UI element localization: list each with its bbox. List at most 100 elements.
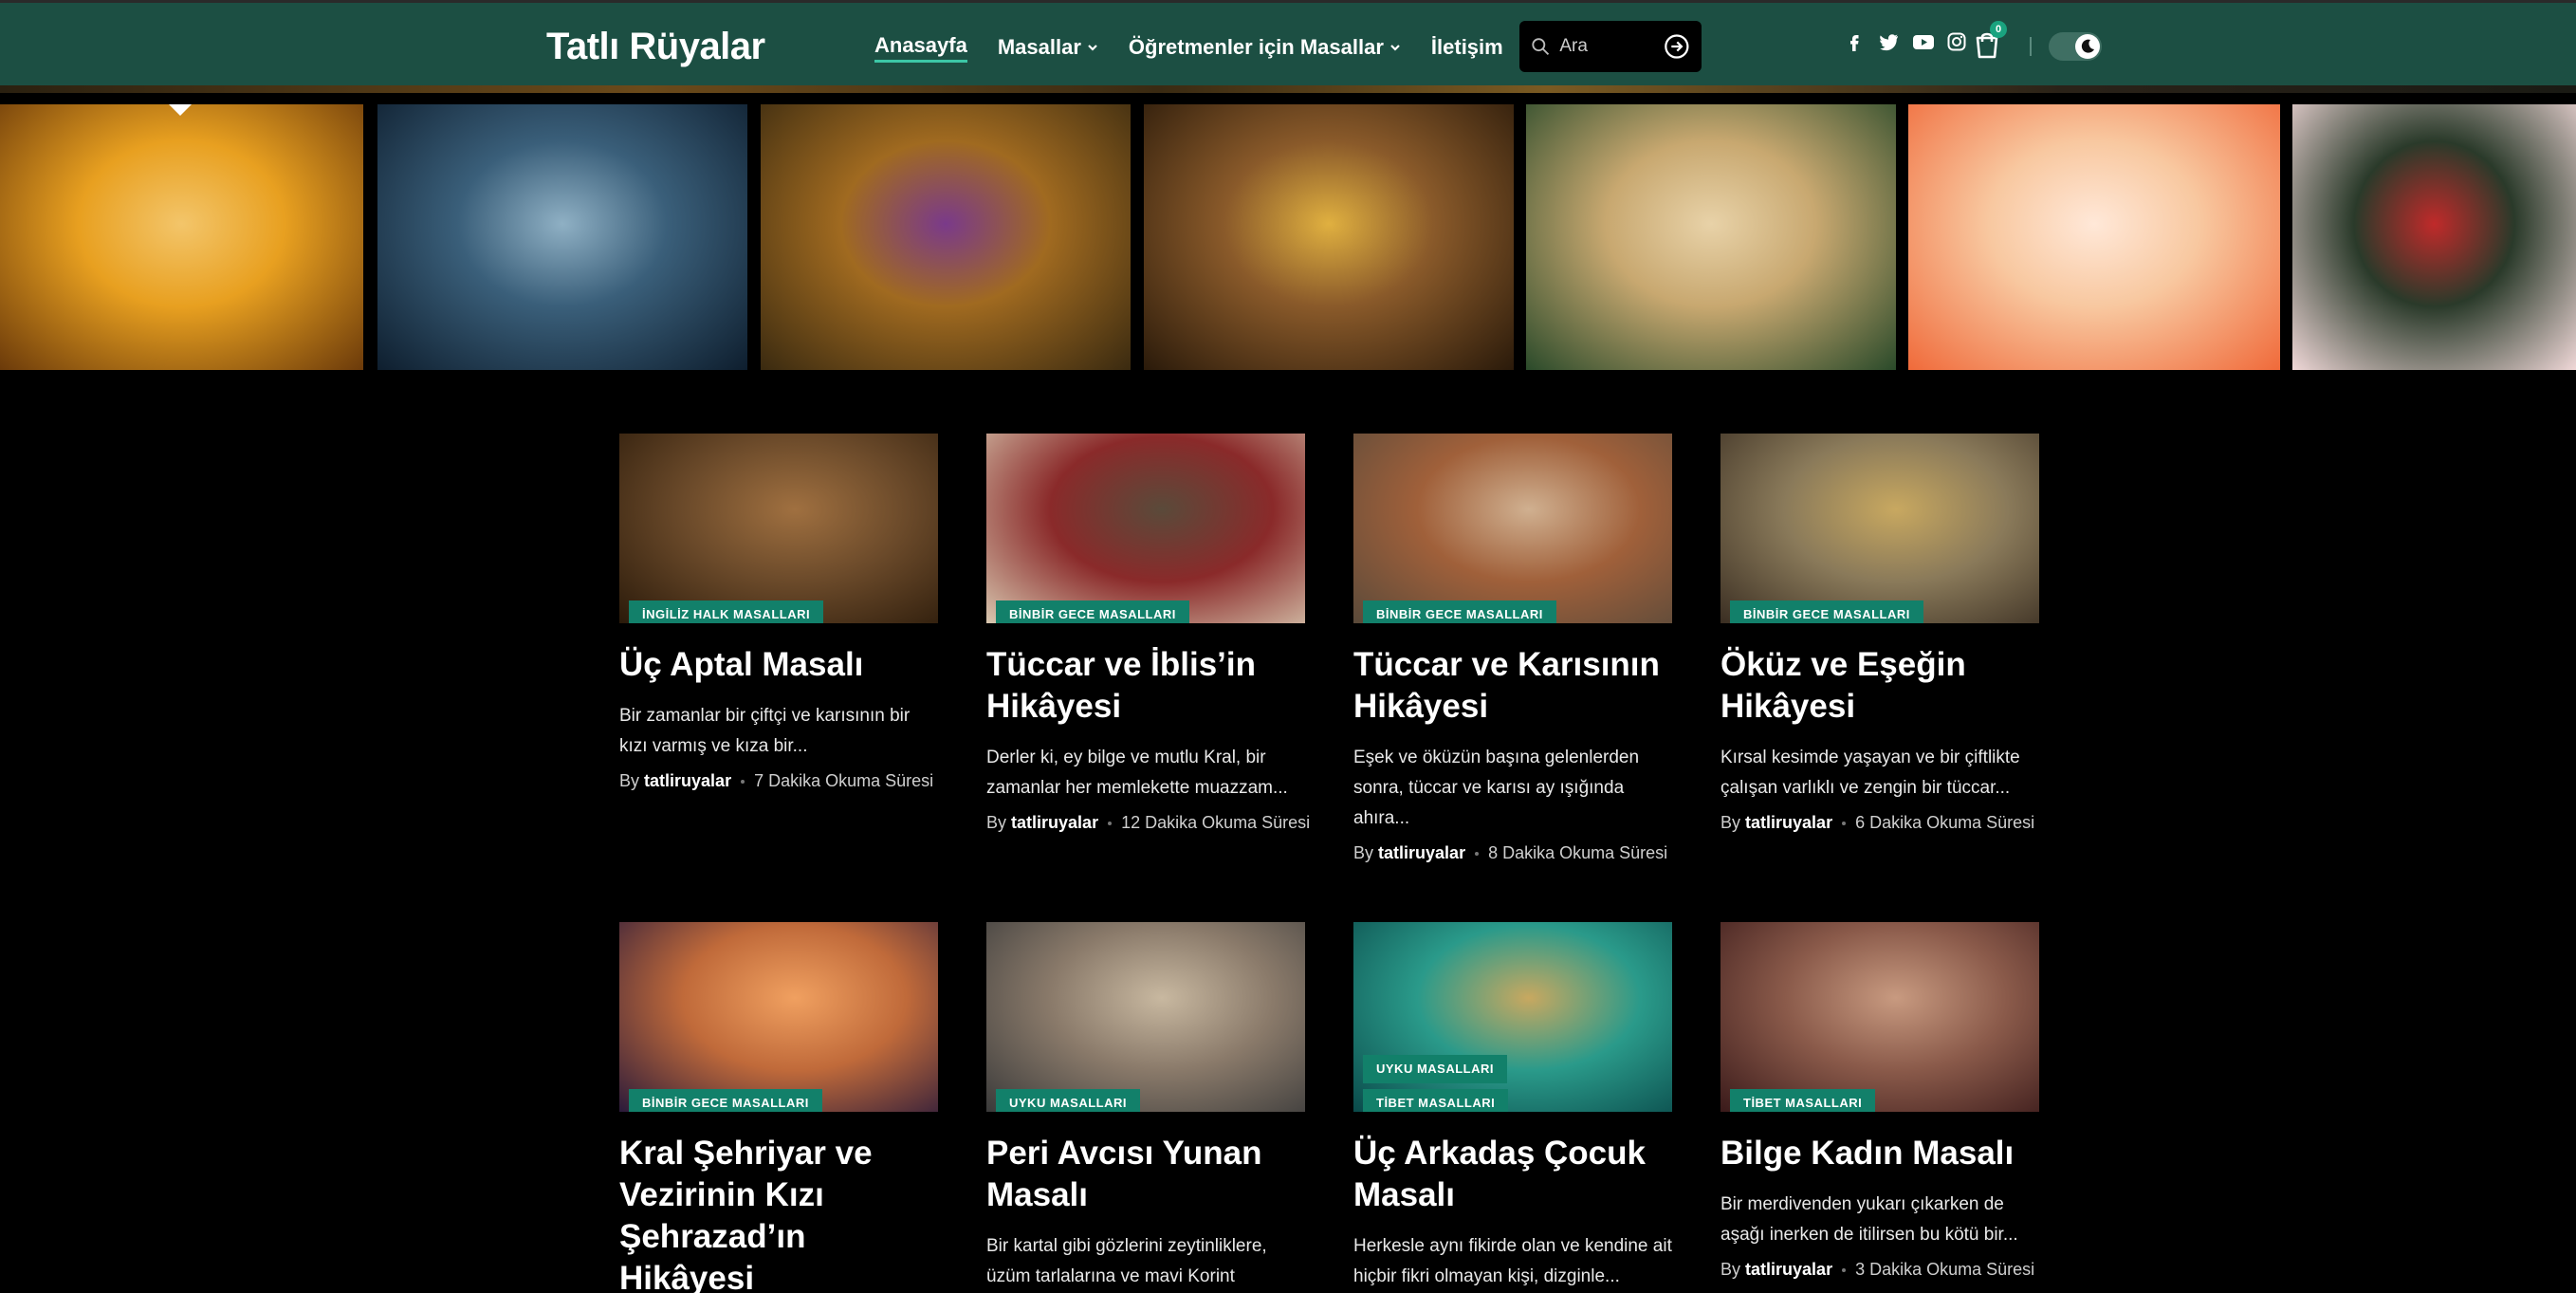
post-excerpt: Bir zamanlar bir çiftçi ve karısının bir… (619, 706, 911, 756)
category-tag[interactable]: BİNBİR GECE MASALLARI (1730, 600, 1923, 623)
post-card[interactable]: UYKU MASALLARI Peri Avcısı Yunan Masalı … (986, 922, 1305, 1292)
carousel-slide[interactable] (761, 104, 1131, 370)
post-card[interactable]: İNGİLİZ HALK MASALLARI Üç Aptal Masalı B… (619, 434, 938, 791)
by-label: By (986, 813, 1007, 832)
post-image (1720, 434, 2039, 623)
chevron-down-icon (1390, 45, 1400, 51)
header-divider (2030, 37, 2032, 56)
carousel-slide[interactable] (1526, 104, 1896, 370)
nav-item-label: Anasayfa (874, 32, 967, 57)
post-author[interactable]: tatliruyalar (644, 771, 731, 790)
meta-separator (1842, 1268, 1847, 1273)
category-tag[interactable]: UYKU MASALLARI (996, 1089, 1140, 1112)
post-image (1353, 434, 1672, 623)
search-box (1519, 21, 1702, 72)
category-tag[interactable]: UYKU MASALLARI (1363, 1055, 1507, 1083)
post-author[interactable]: tatliruyalar (1745, 813, 1832, 832)
post-thumbnail[interactable]: İNGİLİZ HALK MASALLARI (619, 434, 938, 623)
carousel-slide[interactable] (2292, 104, 2576, 370)
instagram-icon[interactable] (1946, 31, 1967, 52)
meta-separator (741, 780, 745, 785)
carousel-slide[interactable] (1908, 104, 2280, 370)
post-author[interactable]: tatliruyalar (1378, 843, 1465, 862)
post-image (619, 434, 938, 623)
post-title[interactable]: Öküz ve Eşeğin Hikâyesi (1720, 644, 2039, 728)
category-tag[interactable]: İNGİLİZ HALK MASALLARI (629, 600, 824, 623)
site-logo[interactable]: Tatlı Rüyalar (546, 26, 765, 68)
nav-item-tales[interactable]: Masallar (998, 35, 1098, 60)
post-thumbnail[interactable]: UYKU MASALLARI (986, 922, 1305, 1112)
post-meta: By tatliruyalar 12 Dakika Okuma Süresi (986, 813, 1310, 833)
post-excerpt: Bir merdivenden yukarı çıkarken de aşağı… (1720, 1194, 2018, 1245)
post-author[interactable]: tatliruyalar (1011, 813, 1098, 832)
header-banner-strip (0, 85, 2576, 93)
post-title[interactable]: Bilge Kadın Masalı (1720, 1133, 2039, 1174)
post-meta: By tatliruyalar 6 Dakika Okuma Süresi (1720, 813, 2039, 833)
category-tag[interactable]: BİNBİR GECE MASALLARI (996, 600, 1189, 623)
post-card[interactable]: TİBET MASALLARI Bilge Kadın Masalı Bir m… (1720, 922, 2039, 1280)
carousel-slide[interactable] (0, 104, 363, 370)
nav-item-teachers[interactable]: Öğretmenler için Masallar (1129, 35, 1401, 60)
post-thumbnail[interactable]: BİNBİR GECE MASALLARI (1720, 434, 2039, 623)
post-excerpt: Eşek ve öküzün başına gelenlerden sonra,… (1353, 748, 1640, 828)
chevron-down-icon (1088, 45, 1097, 51)
post-excerpt: Bir kartal gibi gözlerini zeytinliklere,… (986, 1236, 1267, 1286)
post-card[interactable]: BİNBİR GECE MASALLARI Kral Şehriyar ve V… (619, 922, 938, 1293)
post-thumbnail[interactable]: TİBET MASALLARI (1720, 922, 2039, 1112)
post-card[interactable]: BİNBİR GECE MASALLARI Tüccar ve Karısını… (1353, 434, 1672, 863)
post-excerpt: Herkesle aynı fikirde olan ve kendine ai… (1353, 1236, 1672, 1286)
post-thumbnail[interactable]: BİNBİR GECE MASALLARI (619, 922, 938, 1112)
main-nav: Anasayfa Masallar Öğretmenler için Masal… (874, 33, 1503, 63)
twitter-icon[interactable] (1878, 31, 1899, 52)
carousel-slide[interactable] (377, 104, 747, 370)
youtube-icon[interactable] (1912, 31, 1934, 52)
meta-separator (1842, 822, 1847, 826)
category-tag[interactable]: TİBET MASALLARI (1363, 1089, 1509, 1112)
post-title[interactable]: Tüccar ve İblis’in Hikâyesi (986, 644, 1305, 728)
search-icon (1532, 38, 1550, 55)
facebook-icon[interactable] (1844, 31, 1865, 52)
post-thumbnail[interactable]: BİNBİR GECE MASALLARI (1353, 434, 1672, 623)
post-image (1720, 922, 2039, 1112)
post-thumbnail[interactable]: UYKU MASALLARI TİBET MASALLARI (1353, 922, 1672, 1112)
carousel-indicator-caret (169, 104, 192, 116)
cart-count-badge: 0 (1990, 21, 2007, 38)
post-excerpt: Kırsal kesimde yaşayan ve bir çiftlikte … (1720, 748, 2020, 798)
post-title[interactable]: Tüccar ve Karısının Hikâyesi (1353, 644, 1672, 728)
nav-item-contact[interactable]: İletişim (1431, 35, 1503, 60)
post-meta: By tatliruyalar 7 Dakika Okuma Süresi (619, 771, 938, 791)
search-submit-icon[interactable] (1664, 32, 1690, 61)
social-links (1844, 31, 1967, 52)
post-card[interactable]: BİNBİR GECE MASALLARI Öküz ve Eşeğin Hik… (1720, 434, 2039, 833)
post-excerpt: Derler ki, ey bilge ve mutlu Kral, bir z… (986, 748, 1288, 798)
moon-icon (2081, 39, 2094, 53)
nav-item-home[interactable]: Anasayfa (874, 33, 967, 63)
dark-mode-toggle[interactable] (2049, 32, 2102, 61)
read-time: 7 Dakika Okuma Süresi (754, 771, 934, 790)
post-card[interactable]: BİNBİR GECE MASALLARI Tüccar ve İblis’in… (986, 434, 1310, 833)
post-image (986, 434, 1305, 623)
post-image (619, 922, 938, 1112)
post-title[interactable]: Üç Arkadaş Çocuk Masalı (1353, 1133, 1672, 1216)
nav-item-label: İletişim (1430, 35, 1503, 59)
post-author[interactable]: tatliruyalar (1745, 1260, 1832, 1279)
meta-separator (1108, 822, 1113, 826)
post-meta: By tatliruyalar 3 Dakika Okuma Süresi (1720, 1260, 2039, 1280)
post-title[interactable]: Kral Şehriyar ve Vezirinin Kızı Şehrazad… (619, 1133, 938, 1293)
read-time: 12 Dakika Okuma Süresi (1121, 813, 1311, 832)
post-card[interactable]: UYKU MASALLARI TİBET MASALLARI Üç Arkada… (1353, 922, 1672, 1292)
category-tag[interactable]: BİNBİR GECE MASALLARI (1363, 600, 1556, 623)
post-title[interactable]: Üç Aptal Masalı (619, 644, 938, 686)
site-header: Tatlı Rüyalar Anasayfa Masallar Öğretmen… (0, 0, 2576, 85)
search-input[interactable] (1559, 36, 1665, 57)
post-title[interactable]: Peri Avcısı Yunan Masalı (986, 1133, 1305, 1216)
carousel-slide[interactable] (1144, 104, 1514, 370)
meta-separator (1475, 852, 1480, 857)
category-tag[interactable]: BİNBİR GECE MASALLARI (629, 1089, 822, 1112)
nav-item-label: Öğretmenler için Masallar (1128, 35, 1384, 59)
by-label: By (619, 771, 640, 790)
post-thumbnail[interactable]: BİNBİR GECE MASALLARI (986, 434, 1305, 623)
read-time: 8 Dakika Okuma Süresi (1488, 843, 1668, 862)
category-tag[interactable]: TİBET MASALLARI (1730, 1089, 1876, 1112)
post-meta: By tatliruyalar 8 Dakika Okuma Süresi (1353, 843, 1672, 863)
